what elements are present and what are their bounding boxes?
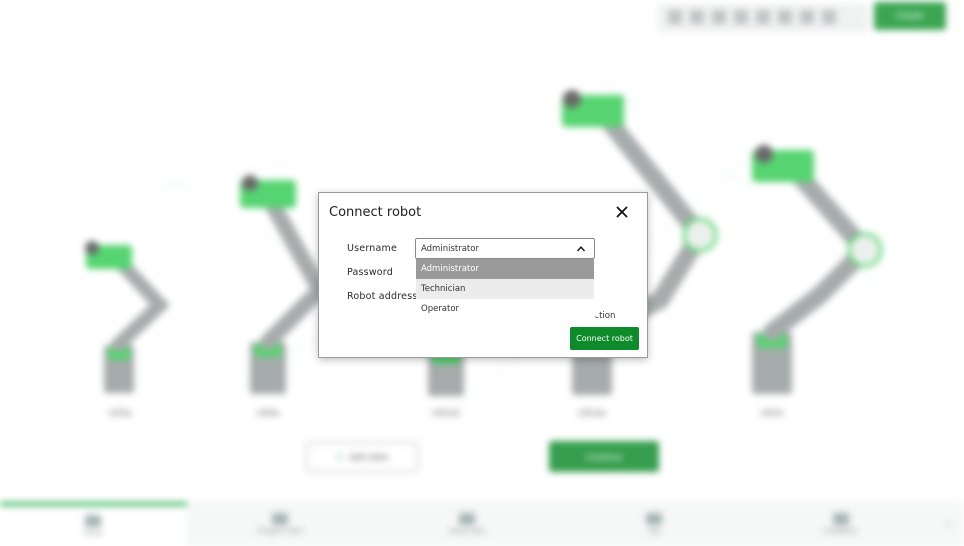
chevron-up-icon <box>576 246 586 252</box>
connect-robot-dialog: Connect robot Username Password Robot ad… <box>318 192 648 358</box>
username-label: Username <box>347 243 398 254</box>
username-options-list: Administrator Technician Operator <box>416 259 594 319</box>
password-label: Password <box>347 267 393 278</box>
connect-robot-button[interactable]: Connect robot <box>570 327 639 350</box>
dialog-title: Connect robot <box>329 205 422 220</box>
username-select-value: Administrator <box>421 243 479 254</box>
close-button[interactable] <box>613 203 631 221</box>
robot-address-label: Robot address <box>347 291 418 302</box>
option-administrator[interactable]: Administrator <box>416 259 594 279</box>
option-operator[interactable]: Operator <box>416 299 594 319</box>
option-technician[interactable]: Technician <box>416 279 594 299</box>
close-icon[interactable] <box>613 203 631 221</box>
remote-connection-label-visible: tion <box>599 311 616 321</box>
username-select[interactable]: Administrator <box>415 238 595 259</box>
